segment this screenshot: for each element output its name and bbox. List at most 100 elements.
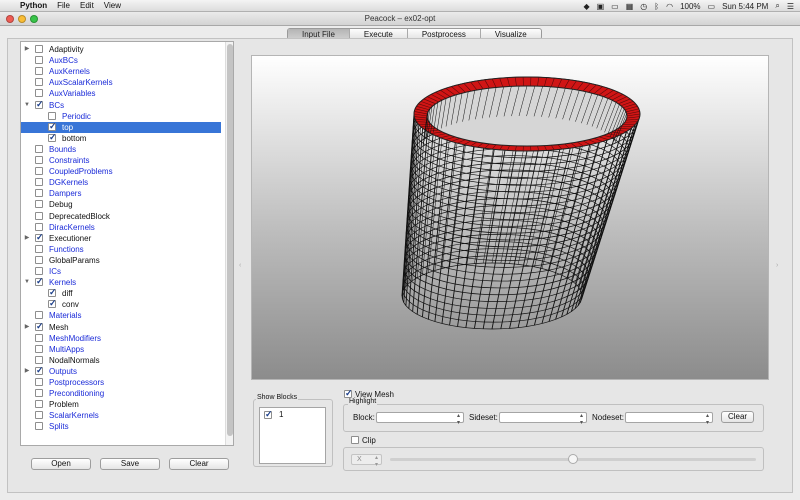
tree-item-checkbox[interactable]	[35, 267, 43, 275]
minimize-icon[interactable]	[18, 15, 26, 23]
tree-item-checkbox[interactable]	[35, 311, 43, 320]
dropbox-icon[interactable]: ◆	[583, 2, 589, 11]
input-tree[interactable]: ▶ Adaptivity AuxBCs AuxKernels AuxScalarKern…	[20, 41, 234, 446]
disclosure-closed-icon[interactable]: ▶	[24, 322, 30, 333]
tree-item-checkbox[interactable]	[35, 378, 43, 386]
menu-edit[interactable]: Edit	[80, 1, 94, 10]
tree-item-checkbox[interactable]	[35, 156, 43, 164]
list-icon[interactable]: ☰	[787, 2, 794, 11]
tree-item[interactable]: AuxScalarKernels	[21, 77, 221, 88]
tree-item-checkbox[interactable]	[35, 211, 43, 220]
disclosure-closed-icon[interactable]: ▶	[24, 44, 30, 55]
disclosure-closed-icon[interactable]: ▶	[24, 366, 30, 377]
tree-item[interactable]: ▶ Adaptivity	[21, 44, 221, 55]
highlight-clear-button[interactable]: Clear	[721, 411, 754, 423]
tree-item[interactable]: bottom	[21, 132, 221, 144]
tree-item[interactable]: ▶ Mesh	[21, 321, 221, 333]
tree-item-checkbox[interactable]	[35, 56, 43, 65]
tree-item[interactable]: Problem	[21, 399, 221, 410]
tree-item[interactable]: DiracKernels	[21, 222, 221, 233]
tree-item[interactable]: AuxVariables	[21, 88, 221, 99]
tree-item[interactable]: ▼ BCs	[21, 99, 221, 111]
left-splitter-icon[interactable]: ‹	[239, 262, 241, 269]
close-icon[interactable]	[6, 15, 14, 23]
tree-item-checkbox[interactable]	[35, 89, 43, 98]
tree-item-checkbox[interactable]	[35, 45, 43, 53]
block-list[interactable]: 1	[259, 407, 326, 464]
tree-item-checkbox[interactable]	[48, 287, 57, 298]
tree-item-checkbox[interactable]	[48, 121, 57, 132]
disclosure-closed-icon[interactable]: ▶	[24, 233, 30, 244]
tree-item[interactable]: Materials	[21, 310, 221, 321]
tree-scrollbar[interactable]	[225, 42, 233, 445]
clip-checkbox[interactable]	[351, 436, 359, 444]
bluetooth-icon[interactable]: ᛒ	[654, 2, 659, 11]
tree-item-checkbox[interactable]	[35, 144, 43, 153]
menu-app-name[interactable]: Python	[20, 1, 47, 10]
spotlight-icon[interactable]: ⌕	[775, 1, 779, 11]
tree-item-checkbox[interactable]	[48, 111, 56, 120]
tree-item-checkbox[interactable]	[48, 132, 57, 143]
tree-item-checkbox[interactable]	[35, 99, 44, 110]
tree-item-checkbox[interactable]	[35, 78, 43, 87]
menu-view[interactable]: View	[104, 1, 121, 10]
tree-item[interactable]: Debug	[21, 199, 221, 210]
nodeset-select[interactable]: ▴ ▾	[625, 412, 713, 426]
tree-item-checkbox[interactable]	[35, 411, 43, 420]
tree-item[interactable]: ▶ Executioner	[21, 232, 221, 244]
disclosure-open-icon[interactable]: ▼	[24, 100, 30, 111]
time-machine-icon[interactable]: ◷	[640, 2, 647, 11]
tree-item[interactable]: CoupledProblems	[21, 166, 221, 177]
tree-scroll-thumb[interactable]	[227, 44, 233, 436]
tree-item[interactable]: Constraints	[21, 155, 221, 166]
tree-item[interactable]: NodalNormals	[21, 355, 221, 366]
clear-button[interactable]: Clear	[169, 458, 229, 470]
tree-item-checkbox[interactable]	[35, 333, 43, 342]
tree-item-checkbox[interactable]	[35, 389, 43, 398]
disclosure-open-icon[interactable]: ▼	[24, 277, 30, 288]
tree-item[interactable]: Functions	[21, 244, 221, 255]
tree-item[interactable]: AuxBCs	[21, 55, 221, 66]
battery-icon[interactable]: ▭	[708, 2, 716, 11]
tree-item-checkbox[interactable]	[35, 344, 43, 353]
tree-item-checkbox[interactable]	[35, 67, 43, 76]
battery-text[interactable]: 100%	[680, 2, 700, 11]
tree-item[interactable]: DGKernels	[21, 177, 221, 188]
clip-axis-select[interactable]: X ▴ ▾	[351, 454, 382, 468]
tree-item-checkbox[interactable]	[35, 178, 43, 187]
tree-item-checkbox[interactable]	[35, 200, 43, 209]
right-splitter-icon[interactable]: ›	[776, 262, 778, 269]
tree-item[interactable]: GlobalParams	[21, 255, 221, 266]
tree-item[interactable]: DeprecatedBlock	[21, 211, 221, 222]
wifi-icon[interactable]: ◠	[666, 2, 673, 11]
tree-item-checkbox[interactable]	[35, 355, 43, 364]
open-button[interactable]: Open	[31, 458, 91, 470]
mesh-viewport[interactable]	[251, 55, 769, 380]
app-tray-icon[interactable]: ▦	[626, 2, 634, 11]
tree-item[interactable]: MultiApps	[21, 344, 221, 355]
clip-slider-handle[interactable]	[568, 454, 578, 464]
tree-item-checkbox[interactable]	[35, 276, 44, 287]
tree-item[interactable]: ScalarKernels	[21, 410, 221, 421]
tree-item[interactable]: Bounds	[21, 144, 221, 155]
tree-item-checkbox[interactable]	[35, 422, 43, 431]
tree-item[interactable]: ▶ Outputs	[21, 365, 221, 377]
tree-item[interactable]: ICs	[21, 266, 221, 277]
block-select[interactable]: ▴ ▾	[376, 412, 464, 426]
tree-item-checkbox[interactable]	[35, 400, 43, 409]
display-icon[interactable]: ▭	[611, 2, 619, 11]
tree-item-checkbox[interactable]	[35, 321, 44, 332]
tree-item[interactable]: Dampers	[21, 188, 221, 199]
view-mesh-checkbox[interactable]	[344, 388, 353, 399]
tree-item-checkbox[interactable]	[35, 365, 44, 376]
save-button[interactable]: Save	[100, 458, 160, 470]
sideset-select[interactable]: ▴ ▾	[499, 412, 587, 426]
tree-item[interactable]: Splits	[21, 421, 221, 432]
tree-item[interactable]: Preconditioning	[21, 388, 221, 399]
tree-item-checkbox[interactable]	[35, 189, 43, 198]
tree-item-checkbox[interactable]	[35, 255, 43, 264]
tree-item-checkbox[interactable]	[48, 298, 57, 309]
tree-item-checkbox[interactable]	[35, 244, 43, 253]
block-1-checkbox[interactable]	[264, 409, 273, 420]
zoom-icon[interactable]	[30, 15, 38, 23]
